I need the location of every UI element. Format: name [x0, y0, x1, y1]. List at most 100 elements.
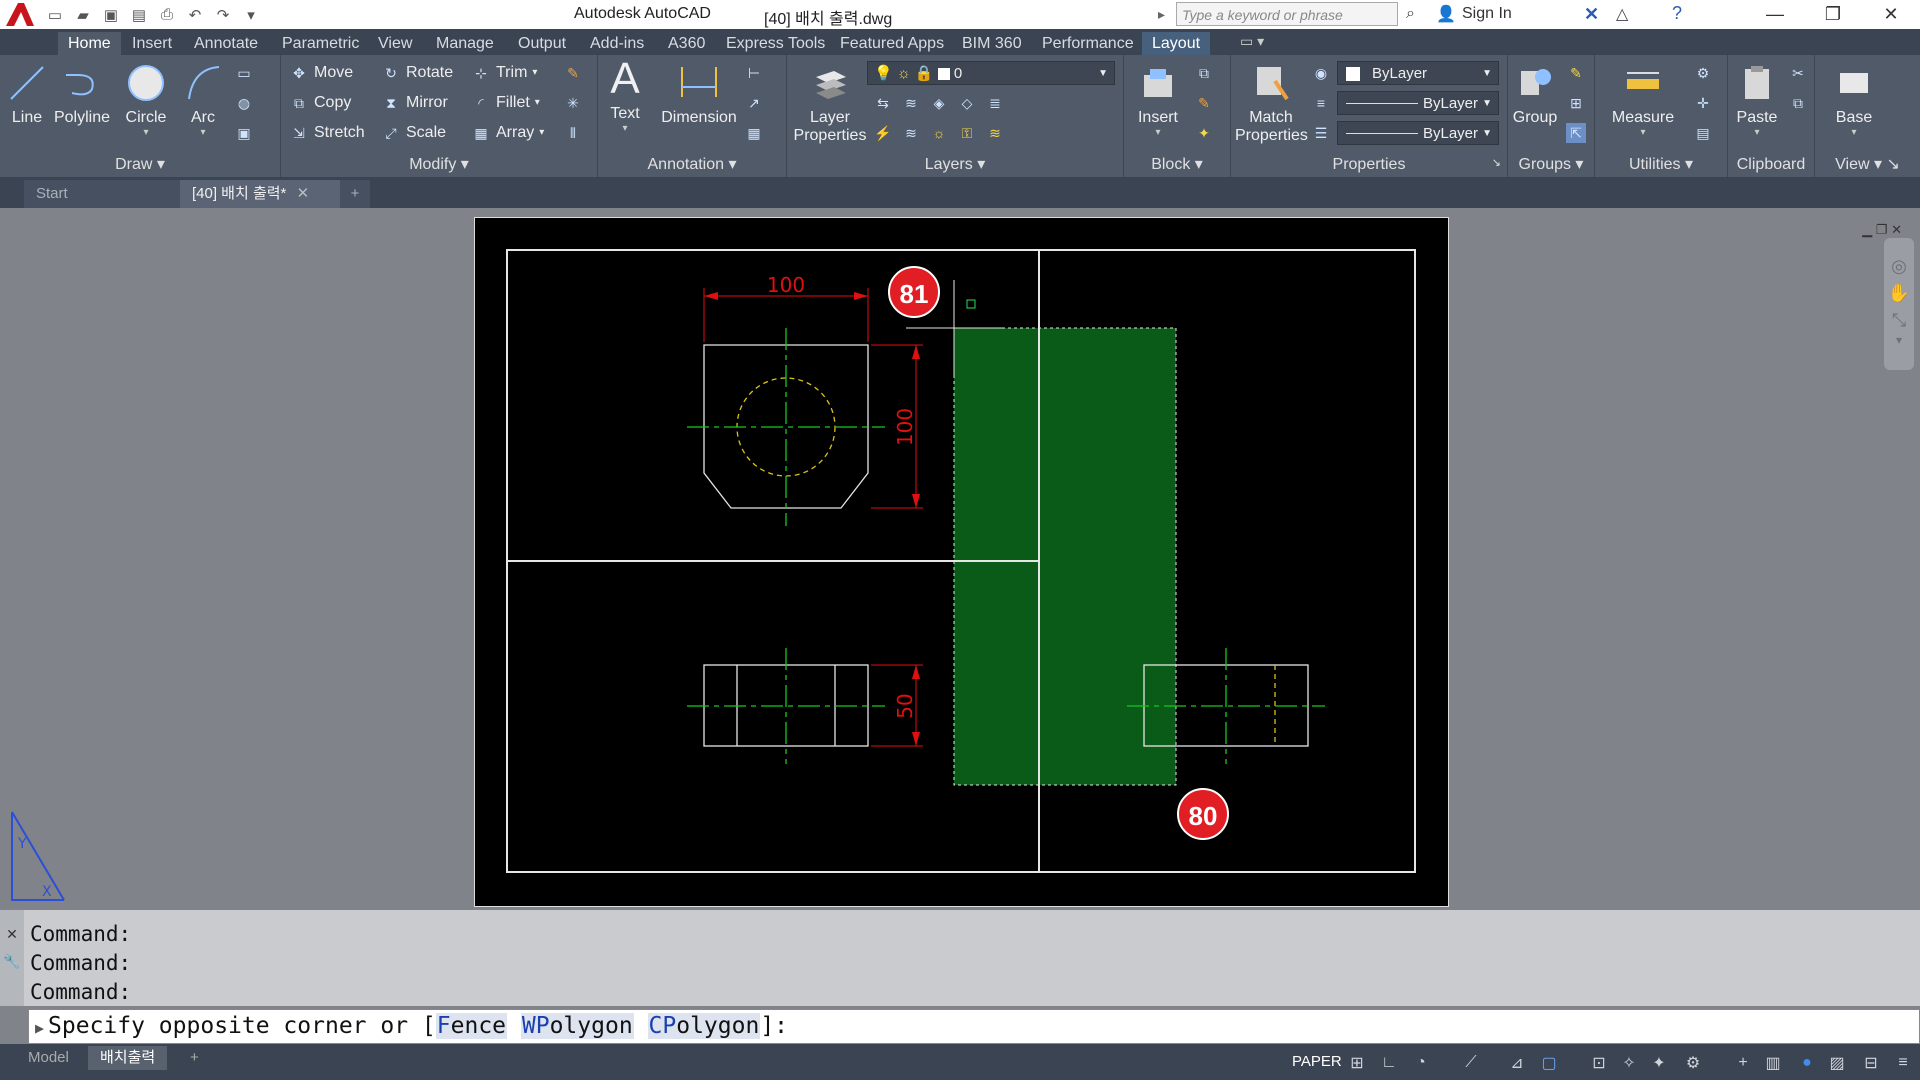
scale-button[interactable]: ⤢ Scale — [381, 121, 446, 145]
undo-icon[interactable]: ↶ — [184, 4, 206, 26]
plot-icon[interactable]: ⎙ — [156, 4, 178, 26]
units-icon[interactable]: ▥ — [1762, 1052, 1784, 1074]
mirror-button[interactable]: ⧗ Mirror — [381, 91, 448, 115]
layer-off-icon[interactable]: ⚡ — [873, 123, 893, 143]
group-selection-icon[interactable]: ⇱ — [1566, 123, 1586, 143]
circle-button[interactable]: Circle ▾ — [118, 61, 174, 138]
tab-express-tools[interactable]: Express Tools — [716, 32, 835, 55]
panel-groups-title[interactable]: Groups ▾ — [1508, 154, 1594, 174]
group-edit-icon[interactable]: ⊞ — [1566, 93, 1586, 113]
grid-icon[interactable]: ⊞ — [1346, 1052, 1368, 1074]
layer-merge-icon[interactable]: ≋ — [901, 123, 921, 143]
panel-properties-title[interactable]: Properties ↘ — [1231, 156, 1507, 174]
object-snap-tracking-icon[interactable]: ⟋ — [1460, 1052, 1482, 1074]
search-input[interactable]: Type a keyword or phrase — [1176, 2, 1398, 26]
copy-button[interactable]: ⧉ Copy — [289, 91, 351, 115]
measure-button[interactable]: Measure ▾ — [1605, 61, 1681, 138]
tab-addins[interactable]: Add-ins — [580, 32, 654, 55]
rectangle-icon[interactable]: ▭ — [234, 63, 254, 83]
paper-space-toggle[interactable]: PAPER — [1292, 1053, 1342, 1070]
polyline-button[interactable]: Polyline — [52, 61, 112, 127]
zoom-extents-icon[interactable]: ⤡ — [1884, 304, 1914, 331]
viewport-lock-icon[interactable]: ⊡ — [1588, 1052, 1610, 1074]
nav-more-icon[interactable]: ▾ — [1884, 331, 1914, 347]
a360-icon[interactable]: △ — [1616, 4, 1628, 24]
option-fence[interactable]: Fence — [435, 1013, 508, 1039]
sign-in-button[interactable]: Sign In — [1462, 5, 1512, 23]
copy-clip-icon[interactable]: ⧉ — [1788, 93, 1808, 113]
dimension-button[interactable]: Dimension — [660, 61, 738, 127]
tab-view[interactable]: View — [368, 32, 422, 55]
tab-insert[interactable]: Insert — [122, 32, 182, 55]
panel-modify-title[interactable]: Modify ▾ — [281, 154, 597, 174]
rotate-button[interactable]: ↻ Rotate — [381, 61, 453, 85]
minimize-icon[interactable]: — — [1746, 0, 1804, 29]
insert-button[interactable]: Insert ▾ — [1128, 61, 1188, 138]
point-icon[interactable]: ✛ — [1693, 93, 1713, 113]
save-as-icon[interactable]: ▤ — [128, 4, 150, 26]
hardware-acceleration-icon[interactable]: ● — [1796, 1052, 1818, 1074]
tab-a360[interactable]: A360 — [658, 32, 715, 55]
layer-previous-icon[interactable]: ≋ — [901, 93, 921, 113]
insert-dropdown-icon[interactable]: ▾ — [1128, 127, 1188, 138]
annotation-scale-icon[interactable]: ✧ — [1618, 1052, 1640, 1074]
pan-hand-icon[interactable]: ✋ — [1884, 277, 1914, 304]
explode-icon[interactable]: ✳ — [563, 93, 583, 113]
move-button[interactable]: ✥ Move — [289, 61, 353, 85]
boundary-icon[interactable]: ▣ — [234, 123, 254, 143]
clean-screen-icon[interactable]: ⊟ — [1860, 1052, 1882, 1074]
layer-thaw-icon[interactable]: ☼ — [929, 123, 949, 143]
paste-dropdown-icon[interactable]: ▾ — [1732, 127, 1782, 138]
redo-icon[interactable]: ↷ — [212, 4, 234, 26]
new-tab-plus-icon[interactable]: + — [340, 180, 370, 208]
tab-home[interactable]: Home — [58, 32, 121, 55]
layer-delete-icon[interactable]: ≋ — [985, 123, 1005, 143]
annotation-visibility-icon[interactable]: ✦ — [1648, 1052, 1670, 1074]
lineweight-status-icon[interactable]: ⊿ — [1506, 1052, 1528, 1074]
search-expand-icon[interactable]: ▸ — [1158, 6, 1165, 23]
create-block-icon[interactable]: ⧉ — [1194, 63, 1214, 83]
base-dropdown-icon[interactable]: ▾ — [1829, 127, 1879, 138]
tab-output[interactable]: Output — [508, 32, 576, 55]
panel-clipboard-title[interactable]: Clipboard — [1728, 156, 1814, 174]
tab-manage[interactable]: Manage — [426, 32, 504, 55]
panel-draw-title[interactable]: Draw ▾ — [0, 154, 280, 174]
exchange-apps-icon[interactable]: ✕ — [1584, 4, 1599, 25]
command-settings-icon[interactable]: 🔧 — [0, 943, 24, 970]
edit-block-icon[interactable]: ✎ — [1194, 93, 1214, 113]
polar-tracking-icon[interactable]: ◔ — [1410, 1052, 1432, 1074]
viewport-minimize-icon[interactable]: ▁ — [1862, 222, 1872, 237]
save-icon[interactable]: ▣ — [100, 4, 122, 26]
match-properties-button[interactable]: Match Properties — [1235, 61, 1308, 145]
workspace-gear-icon[interactable]: ⚙ — [1682, 1052, 1704, 1074]
leader-icon[interactable]: ↗ — [744, 93, 764, 113]
add-layout-plus-icon[interactable]: + — [178, 1046, 211, 1070]
tab-layout-sheet[interactable]: 배치출력 — [88, 1046, 168, 1070]
tab-featured-apps[interactable]: Featured Apps — [830, 32, 954, 55]
tab-parametric[interactable]: Parametric — [272, 32, 369, 55]
edit-attributes-icon[interactable]: ✦ — [1194, 123, 1214, 143]
drawing-canvas[interactable]: 100 100 50 — [475, 218, 1448, 906]
fillet-button[interactable]: ◜ Fillet ▾ — [471, 91, 540, 115]
open-file-icon[interactable]: ▰ — [72, 4, 94, 26]
customize-status-icon[interactable]: ≡ — [1892, 1052, 1914, 1074]
base-button[interactable]: Base ▾ — [1829, 61, 1879, 138]
array-button[interactable]: ▦ Array ▾ — [471, 121, 544, 145]
option-cpolygon[interactable]: CPolygon — [647, 1013, 761, 1039]
ungroup-icon[interactable]: ✎ — [1566, 63, 1586, 83]
stretch-button[interactable]: ⇲ Stretch — [289, 121, 365, 145]
panel-view-title[interactable]: View ▾ ↘ — [1815, 154, 1920, 174]
arc-dropdown-icon[interactable]: ▾ — [178, 127, 228, 138]
erase-icon[interactable]: ✎ — [563, 63, 583, 83]
calculator-icon[interactable]: ▤ — [1693, 123, 1713, 143]
object-snap-icon[interactable]: ▢ — [1538, 1052, 1560, 1074]
panel-annotation-title[interactable]: Annotation ▾ — [598, 154, 786, 174]
table-icon[interactable]: ▦ — [744, 123, 764, 143]
paste-button[interactable]: Paste ▾ — [1732, 61, 1782, 138]
ribbon-minimize-icon[interactable]: ▭ ▾ — [1240, 33, 1264, 50]
close-icon[interactable]: ✕ — [1862, 0, 1920, 29]
circle-dropdown-icon[interactable]: ▾ — [118, 127, 174, 138]
tab-active-drawing[interactable]: [40] 배치 출력* ✕ — [180, 180, 352, 208]
measure-dropdown-icon[interactable]: ▾ — [1605, 127, 1681, 138]
layer-unisolate-icon[interactable]: ◇ — [957, 93, 977, 113]
